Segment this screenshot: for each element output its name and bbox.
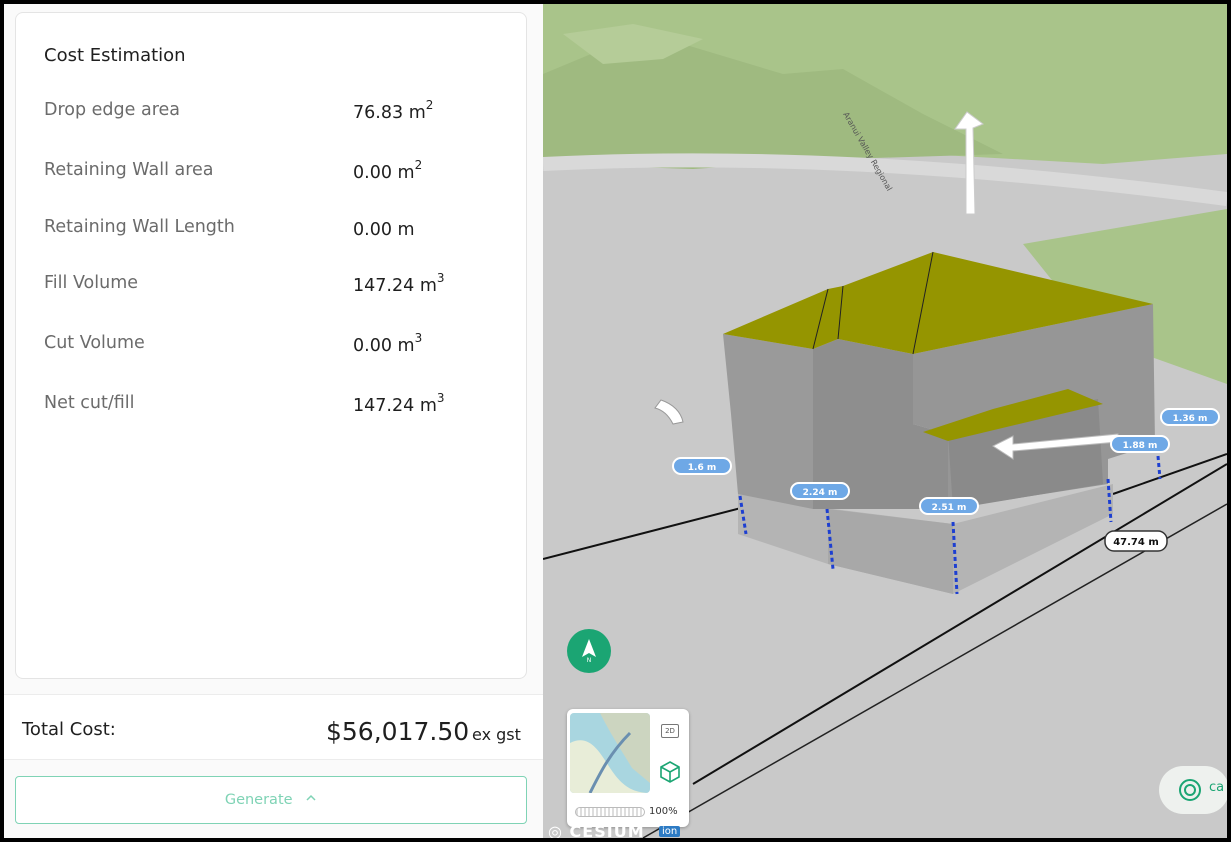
row-label: Fill Volume [44, 273, 139, 293]
cesium-ion-badge: ion [659, 826, 681, 837]
cost-panel: Cost Estimation Drop edge area 76.83 m2 … [4, 4, 543, 838]
row-value: 147.24 m3 [353, 391, 445, 416]
row-label: Cut Volume [44, 333, 145, 353]
cube-icon [660, 761, 680, 783]
svg-text:47.74 m: 47.74 m [1113, 537, 1159, 548]
map-viewport[interactable]: Aranui Valley Regional 1.6 m 2.24 m 2.51… [543, 4, 1227, 838]
app-window: Cost Estimation Drop edge area 76.83 m2 … [4, 4, 1227, 838]
measure-label: 2.51 m [919, 497, 979, 515]
view-2d-label: 2D [661, 724, 679, 738]
minimap-thumbnail[interactable] [570, 713, 650, 793]
svg-text:1.88 m: 1.88 m [1123, 441, 1158, 451]
svg-text:2.24 m: 2.24 m [803, 488, 838, 498]
row-label: Retaining Wall area [44, 160, 214, 180]
row-value: 0.00 m2 [353, 158, 423, 183]
row-label: Net cut/fill [44, 393, 135, 413]
svg-text:1.36 m: 1.36 m [1173, 414, 1208, 424]
svg-text:2.51 m: 2.51 m [932, 503, 967, 513]
cesium-icon: ◎ [548, 822, 563, 838]
measure-label: 1.88 m [1110, 435, 1170, 453]
compass-label: N [586, 657, 592, 664]
row-fill-volume: Fill Volume 147.24 m3 [44, 271, 514, 303]
minimap-image [570, 713, 650, 793]
view-3d-button[interactable] [655, 757, 685, 787]
generate-button[interactable]: Generate [15, 776, 527, 824]
row-value: 147.24 m3 [353, 271, 445, 296]
minimap-widget: 2D 100% [567, 709, 689, 827]
opacity-value: 100% [649, 806, 678, 817]
measure-label: 47.74 m [1104, 530, 1168, 552]
card-title: Cost Estimation [44, 45, 186, 66]
row-cut-volume: Cut Volume 0.00 m3 [44, 331, 514, 363]
svg-text:1.6 m: 1.6 m [688, 463, 716, 473]
row-retaining-wall-length: Retaining Wall Length 0.00 m [44, 217, 514, 247]
measure-label: 1.6 m [672, 457, 732, 475]
generate-label: Generate [16, 792, 526, 808]
brand-logo-icon [1179, 779, 1201, 801]
row-value: 76.83 m2 [353, 98, 434, 123]
cost-estimation-card: Cost Estimation Drop edge area 76.83 m2 … [15, 12, 527, 679]
row-label: Drop edge area [44, 100, 181, 120]
row-value: 0.00 m3 [353, 331, 423, 356]
compass-button[interactable]: N [567, 629, 611, 673]
total-cost-value: $56,017.50 [326, 717, 470, 746]
measure-label: 2.24 m [790, 482, 850, 500]
row-value: 0.00 m [353, 219, 415, 240]
corner-logo-button[interactable]: ca [1159, 766, 1227, 814]
row-retaining-wall-area: Retaining Wall area 0.00 m2 [44, 158, 514, 190]
view-2d-button[interactable]: 2D [655, 715, 685, 745]
measure-label: 1.36 m [1160, 408, 1220, 426]
total-cost-unit: ex gst [472, 725, 521, 744]
chevron-up-icon [306, 794, 316, 801]
total-cost-label: Total Cost: [22, 719, 116, 740]
cesium-logo[interactable]: ◎ CESIUM [548, 822, 645, 838]
row-net-cut-fill: Net cut/fill 147.24 m3 [44, 391, 514, 423]
row-label: Retaining Wall Length [44, 217, 235, 237]
total-cost-bar: Total Cost: $56,017.50 ex gst [4, 694, 543, 760]
opacity-slider[interactable] [575, 807, 645, 817]
row-drop-edge-area: Drop edge area 76.83 m2 [44, 98, 514, 130]
north-arrow-icon [582, 639, 596, 657]
corner-logo-text: ca [1209, 780, 1225, 795]
